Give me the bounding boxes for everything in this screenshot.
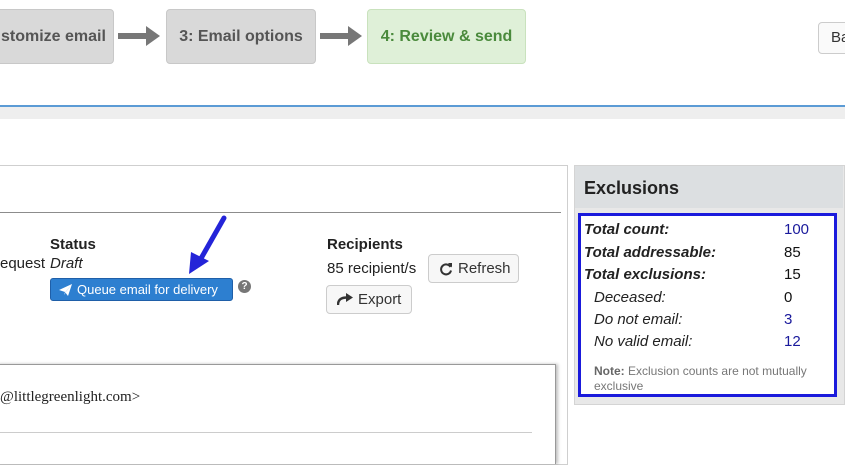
note-text: Exclusion counts are not mutually exclus… — [594, 364, 807, 393]
email-preview — [0, 364, 556, 464]
step-arrow-icon — [118, 26, 160, 46]
status-heading: Status — [50, 236, 96, 253]
status-value: Draft — [50, 255, 83, 272]
step-customize-email[interactable]: stomize email — [0, 9, 114, 64]
step-label: stomize email — [1, 27, 106, 45]
step-label: 3: Email options — [179, 27, 303, 45]
no-valid-email-value[interactable]: 12 — [784, 333, 801, 350]
step-email-options[interactable]: 3: Email options — [166, 9, 316, 64]
exclusions-note: Note: Exclusion counts are not mutually … — [594, 364, 832, 394]
back-button-label: Ba — [831, 29, 845, 46]
recipients-count: 85 recipient/s — [327, 260, 417, 277]
step-arrow-icon — [320, 26, 362, 46]
annotation-arrow-icon — [189, 215, 227, 274]
deceased-value: 0 — [784, 289, 793, 306]
request-text: equest — [0, 255, 46, 272]
note-label: Note: — [594, 364, 625, 378]
paper-plane-icon — [59, 283, 72, 296]
export-label: Export — [358, 291, 402, 308]
back-button[interactable]: Ba — [818, 22, 845, 54]
total-exclusions-label: Total exclusions: — [584, 266, 706, 283]
queue-email-button[interactable]: Queue email for delivery — [50, 278, 233, 301]
step-label: 4: Review & send — [380, 27, 513, 45]
exclusions-title: Exclusions — [584, 178, 680, 198]
from-address: @littlegreenlight.com> — [0, 389, 141, 405]
share-arrow-icon — [337, 293, 353, 306]
refresh-label: Refresh — [458, 260, 511, 277]
recipients-heading: Recipients — [327, 236, 403, 253]
no-valid-email-label: No valid email: — [594, 333, 693, 350]
step-review-send[interactable]: 4: Review & send — [367, 9, 526, 64]
header-band — [0, 107, 845, 119]
refresh-icon — [439, 262, 453, 276]
total-addressable-label: Total addressable: — [584, 244, 716, 261]
help-icon[interactable]: ? — [238, 280, 251, 293]
total-addressable-value: 85 — [784, 244, 801, 261]
refresh-button[interactable]: Refresh — [428, 254, 519, 283]
do-not-email-label: Do not email: — [594, 311, 683, 328]
do-not-email-value[interactable]: 3 — [784, 311, 792, 328]
export-button[interactable]: Export — [326, 285, 412, 314]
deceased-label: Deceased: — [594, 289, 666, 306]
total-exclusions-value: 15 — [784, 266, 801, 283]
panel-divider — [0, 212, 561, 213]
preview-divider — [0, 432, 532, 433]
total-count-value[interactable]: 100 — [784, 221, 809, 238]
total-count-label: Total count: — [584, 221, 670, 238]
queue-email-label: Queue email for delivery — [77, 282, 218, 297]
